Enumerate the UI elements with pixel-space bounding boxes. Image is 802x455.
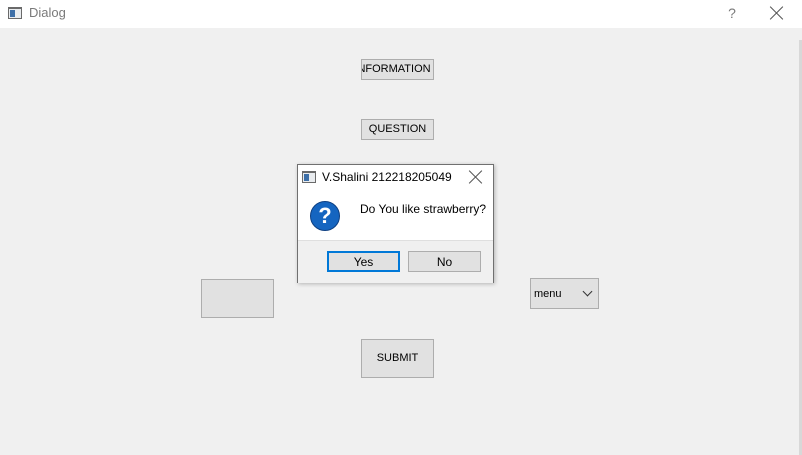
message-box-title-bar[interactable]: V.Shalini 212218205049 (298, 165, 493, 189)
submit-button[interactable]: SUBMIT (361, 339, 434, 378)
menu-dropdown[interactable]: menu (530, 278, 599, 309)
question-icon: ? (310, 201, 340, 231)
message-box-app-icon (302, 171, 316, 183)
window-app-icon (8, 7, 22, 19)
menu-dropdown-value: menu (534, 288, 562, 300)
dialog-window: Dialog ? INFORMATION QUESTION SUBMIT men… (0, 0, 802, 455)
message-box-footer: Yes No (298, 240, 493, 283)
unlabeled-button[interactable] (201, 279, 274, 318)
message-box-text: Do You like strawberry? (360, 202, 487, 216)
window-title: Dialog (29, 5, 66, 20)
close-icon (770, 6, 784, 20)
message-box-title: V.Shalini 212218205049 (322, 170, 452, 184)
close-icon (469, 170, 483, 184)
chevron-down-icon (582, 286, 593, 297)
title-bar[interactable]: Dialog ? (0, 0, 802, 28)
close-button[interactable] (760, 0, 794, 28)
message-box-close-button[interactable] (468, 169, 484, 185)
message-box-body: ? Do You like strawberry? (298, 189, 493, 240)
yes-button[interactable]: Yes (327, 251, 400, 272)
message-box: V.Shalini 212218205049 ? Do You like str… (297, 164, 494, 283)
no-button[interactable]: No (408, 251, 481, 272)
help-button[interactable]: ? (718, 0, 746, 28)
information-button[interactable]: INFORMATION (361, 59, 434, 80)
question-button[interactable]: QUESTION (361, 119, 434, 140)
